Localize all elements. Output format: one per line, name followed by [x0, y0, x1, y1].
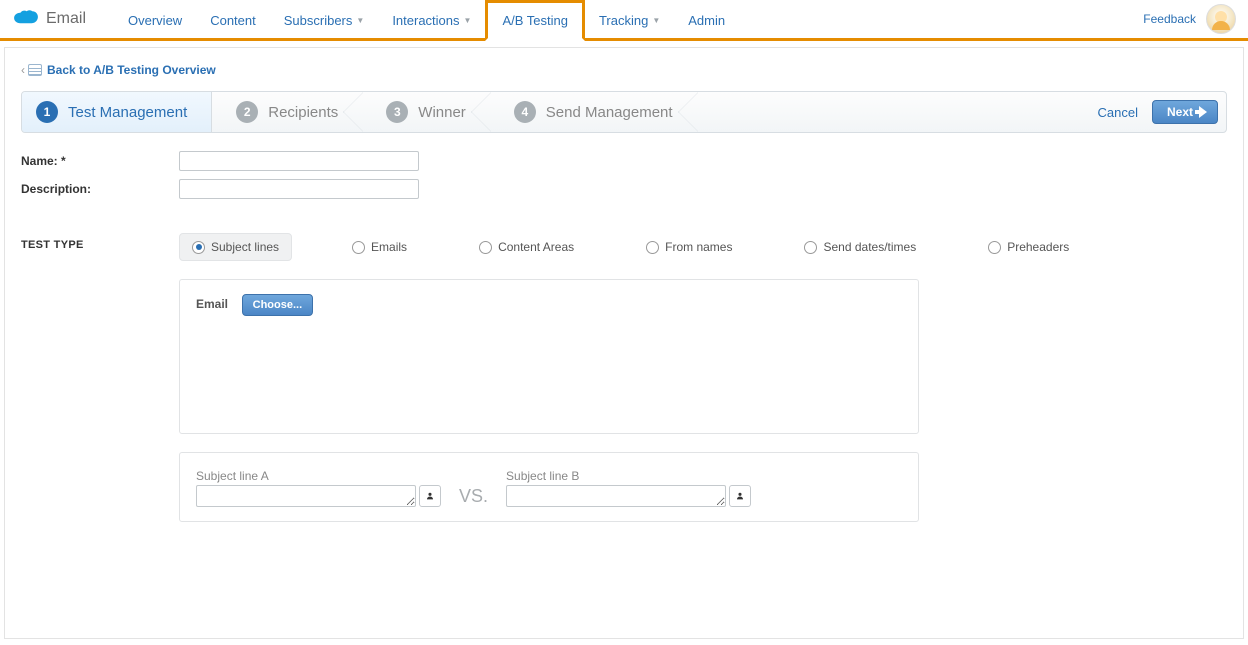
name-input[interactable]: [179, 151, 419, 171]
email-select-panel: Email Choose...: [179, 279, 919, 434]
nav-ab-testing[interactable]: A/B Testing: [485, 0, 585, 41]
test-type-label: TEST TYPE: [21, 233, 179, 261]
name-row: Name: *: [21, 151, 1227, 171]
description-input[interactable]: [179, 179, 419, 199]
nav-interactions-label: Interactions: [392, 13, 459, 28]
next-button[interactable]: Next: [1152, 100, 1218, 124]
step-label-4: Send Management: [546, 104, 673, 121]
radio-icon: [804, 241, 817, 254]
radio-send-dates-times-label: Send dates/times: [823, 240, 916, 254]
radio-emails-label: Emails: [371, 240, 407, 254]
test-type-options: Subject lines Emails Content Areas From …: [179, 233, 1081, 261]
radio-preheaders-label: Preheaders: [1007, 240, 1069, 254]
subject-a-label: Subject line A: [196, 469, 441, 483]
caret-down-icon: ▼: [356, 16, 364, 25]
top-nav-bar: Email Overview Content Subscribers ▼ Int…: [0, 0, 1248, 41]
radio-content-areas[interactable]: Content Areas: [467, 234, 586, 260]
step-number-2: 2: [236, 101, 258, 123]
subject-lines-panel: Subject line A VS. Subject line B: [179, 452, 919, 522]
radio-icon: [192, 241, 205, 254]
step-label-2: Recipients: [268, 104, 338, 121]
wizard-step-recipients[interactable]: 2 Recipients: [212, 92, 362, 132]
subject-a-input[interactable]: [196, 485, 416, 507]
subject-b-personalize-button[interactable]: [729, 485, 751, 507]
vs-text: VS.: [459, 486, 488, 507]
person-icon: [426, 490, 434, 502]
radio-icon: [352, 241, 365, 254]
back-to-overview-link[interactable]: ‹ Back to A/B Testing Overview: [21, 63, 216, 77]
step-label-3: Winner: [418, 104, 466, 121]
next-label: Next: [1167, 105, 1193, 119]
wizard-bar: 1 Test Management 2 Recipients 3 Winner …: [21, 91, 1227, 133]
nav-content[interactable]: Content: [196, 0, 270, 41]
choose-email-button[interactable]: Choose...: [242, 294, 314, 316]
subject-a-column: Subject line A: [196, 469, 441, 507]
nav-subscribers-label: Subscribers: [284, 13, 353, 28]
step-number-4: 4: [514, 101, 536, 123]
step-number-1: 1: [36, 101, 58, 123]
wizard-step-winner[interactable]: 3 Winner: [362, 92, 490, 132]
subject-a-personalize-button[interactable]: [419, 485, 441, 507]
arrow-right-icon: [1199, 106, 1207, 118]
nav-tracking-label: Tracking: [599, 13, 648, 28]
name-label: Name: *: [21, 154, 179, 168]
chevron-left-icon: ‹: [21, 63, 25, 77]
radio-icon: [988, 241, 1001, 254]
nav-subscribers[interactable]: Subscribers ▼: [270, 0, 379, 41]
radio-icon: [479, 241, 492, 254]
list-icon: [28, 64, 42, 76]
caret-down-icon: ▼: [464, 16, 472, 25]
main-content: ‹ Back to A/B Testing Overview 1 Test Ma…: [4, 47, 1244, 639]
salesforce-cloud-icon: [12, 9, 40, 29]
app-title: Email: [46, 10, 86, 28]
avatar[interactable]: [1206, 4, 1236, 34]
description-label: Description:: [21, 182, 179, 196]
radio-subject-lines-label: Subject lines: [211, 240, 279, 254]
caret-down-icon: ▼: [652, 16, 660, 25]
radio-emails[interactable]: Emails: [340, 234, 419, 260]
radio-from-names-label: From names: [665, 240, 732, 254]
radio-send-dates-times[interactable]: Send dates/times: [792, 234, 928, 260]
description-row: Description:: [21, 179, 1227, 199]
radio-preheaders[interactable]: Preheaders: [976, 234, 1081, 260]
person-icon: [736, 490, 744, 502]
email-label: Email: [196, 297, 228, 311]
back-label: Back to A/B Testing Overview: [47, 63, 216, 77]
test-type-row: TEST TYPE Subject lines Emails Content A…: [21, 233, 1227, 261]
subject-b-input[interactable]: [506, 485, 726, 507]
cancel-link[interactable]: Cancel: [1098, 105, 1138, 120]
primary-nav: Overview Content Subscribers ▼ Interacti…: [114, 0, 739, 38]
step-label-1: Test Management: [68, 104, 187, 121]
nav-interactions[interactable]: Interactions ▼: [378, 0, 485, 41]
feedback-link[interactable]: Feedback: [1143, 12, 1196, 26]
subject-b-column: Subject line B: [506, 469, 751, 507]
step-number-3: 3: [386, 101, 408, 123]
radio-from-names[interactable]: From names: [634, 234, 744, 260]
nav-tracking[interactable]: Tracking ▼: [585, 0, 674, 41]
nav-admin[interactable]: Admin: [674, 0, 739, 41]
subject-b-label: Subject line B: [506, 469, 751, 483]
nav-overview[interactable]: Overview: [114, 0, 196, 41]
wizard-step-test-management[interactable]: 1 Test Management: [22, 92, 212, 132]
radio-content-areas-label: Content Areas: [498, 240, 574, 254]
radio-subject-lines[interactable]: Subject lines: [179, 233, 292, 261]
radio-icon: [646, 241, 659, 254]
wizard-step-send-management[interactable]: 4 Send Management: [490, 92, 697, 132]
